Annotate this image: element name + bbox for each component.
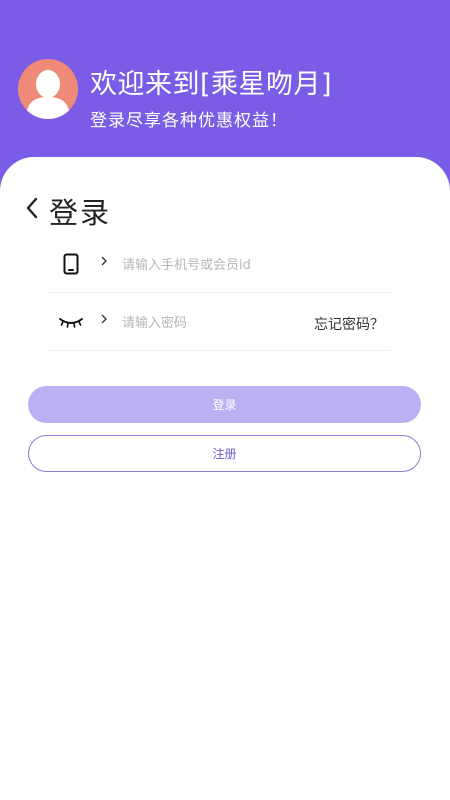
page-title: 登录 bbox=[49, 196, 112, 230]
chevron-right-icon bbox=[98, 254, 110, 268]
register-button[interactable]: 注册 bbox=[28, 435, 421, 472]
phone-input[interactable] bbox=[122, 254, 382, 276]
eye-closed-icon[interactable] bbox=[58, 309, 84, 335]
password-input[interactable] bbox=[122, 312, 302, 334]
user-silhouette-icon bbox=[26, 70, 70, 119]
forgot-password-link[interactable]: 忘记密码？ bbox=[314, 314, 384, 334]
welcome-subtitle: 登录尽享各种优惠权益！ bbox=[90, 111, 288, 131]
welcome-title: 欢迎来到[乘星吻月] bbox=[90, 69, 333, 100]
back-button[interactable] bbox=[22, 195, 42, 221]
avatar bbox=[18, 59, 78, 119]
chevron-left-icon bbox=[26, 197, 38, 219]
phone-icon bbox=[58, 251, 84, 277]
login-button[interactable]: 登录 bbox=[28, 386, 421, 423]
password-field-row: 忘记密码？ bbox=[48, 292, 390, 351]
phone-field-row bbox=[48, 234, 390, 293]
chevron-right-icon bbox=[98, 312, 110, 326]
